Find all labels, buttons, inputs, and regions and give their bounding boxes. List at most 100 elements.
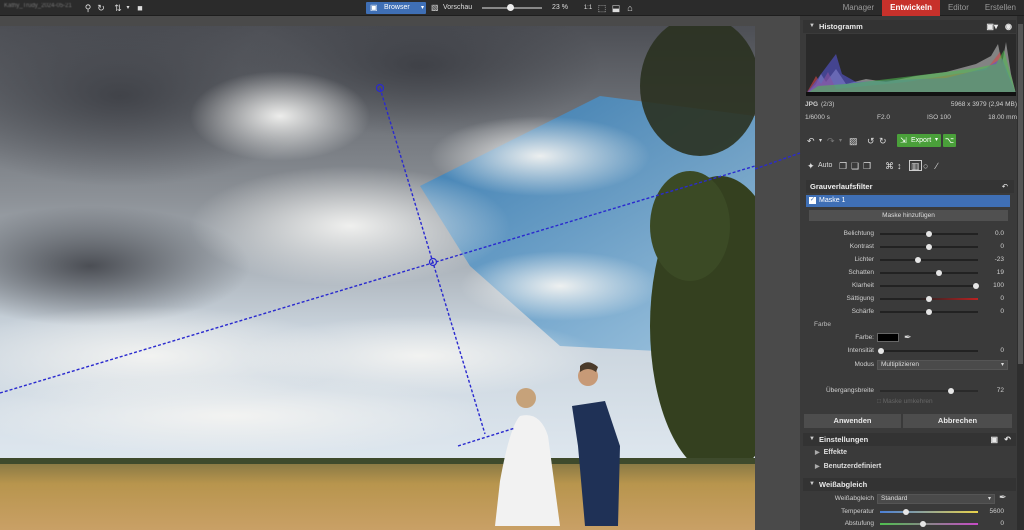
chevron-down-icon[interactable]: ▾ <box>819 134 822 148</box>
tab-manager[interactable]: Manager <box>835 0 883 16</box>
refresh-icon[interactable]: ↻ <box>95 2 107 14</box>
slider-track[interactable] <box>880 350 978 352</box>
rotate-left-icon[interactable]: ↺ <box>867 134 875 148</box>
slider-track[interactable] <box>880 272 978 274</box>
eyedropper-icon[interactable]: ✒ <box>999 492 1007 503</box>
reset-icon[interactable]: ↶ <box>1002 180 1008 193</box>
preview-button[interactable]: ▧ Vorschau <box>430 2 474 14</box>
panel-scrollbar[interactable] <box>1017 16 1024 530</box>
slider-knob[interactable] <box>878 348 884 354</box>
add-mask-button[interactable]: Maske hinzufügen <box>809 210 1008 221</box>
aperture: F2.0 <box>877 114 891 121</box>
folder-path[interactable]: Kathy_Trudy_2024-05-21 <box>4 3 80 12</box>
share-button[interactable]: ⌥ <box>943 134 956 147</box>
slider-track[interactable] <box>880 259 978 261</box>
copy-icon[interactable]: ❐ <box>839 159 847 173</box>
clipboard-icon[interactable]: ❒ <box>863 159 871 173</box>
image-icon[interactable]: ▨ <box>849 134 858 148</box>
export-button[interactable]: ⇲ Export ▾ <box>897 134 941 147</box>
slider-knob[interactable] <box>915 257 922 263</box>
settings-icon[interactable]: ◉ <box>1005 20 1012 33</box>
chevron-down-icon[interactable]: ▾ <box>122 2 134 14</box>
dimensions: 5968 x 3979 (2,94 MB) <box>950 101 1017 108</box>
slider-track[interactable] <box>880 511 978 513</box>
effects-item[interactable]: ▶ Effekte <box>815 449 847 456</box>
slider-track[interactable] <box>880 390 978 392</box>
slider-knob[interactable] <box>926 309 932 315</box>
auto-button[interactable]: Auto <box>818 159 832 173</box>
uebergang-slider[interactable]: Übergangsbreite 72 <box>806 385 1016 397</box>
rotate-right-icon[interactable]: ↻ <box>879 134 887 148</box>
custom-item[interactable]: ▶ Benutzerdefiniert <box>815 463 881 470</box>
browser-button[interactable]: ▣ Browser ▾ <box>366 2 426 14</box>
chevron-down-icon[interactable]: ▾ <box>839 134 842 148</box>
slider-knob[interactable] <box>903 509 909 515</box>
paste-icon[interactable]: ❑ <box>851 159 859 173</box>
eyedropper-icon[interactable]: ✒ <box>904 332 912 343</box>
redo-icon[interactable]: ↷ <box>827 134 835 148</box>
wb-dropdown[interactable]: Standard ▾ <box>877 494 995 504</box>
slider-3[interactable]: Schatten 19 <box>806 267 1016 279</box>
gradient-filter-overlay[interactable] <box>0 26 755 530</box>
slider-track[interactable] <box>880 285 978 287</box>
magic-wand-icon[interactable]: ✦ <box>807 159 815 173</box>
slider-knob[interactable] <box>920 521 926 527</box>
slider-5[interactable]: Sättigung 0 <box>806 293 1016 305</box>
circle-icon[interactable]: ○ <box>923 159 928 173</box>
slider-knob[interactable] <box>926 296 932 302</box>
histogram <box>806 34 1016 96</box>
zoom-slider-knob[interactable] <box>507 4 514 11</box>
farbe-section-label: Farbe <box>814 321 831 328</box>
folder-icon[interactable]: ■ <box>134 2 146 14</box>
expand-icon: ▶ <box>815 464 820 470</box>
mask-checkbox[interactable]: ✓ <box>809 197 816 204</box>
chevron-down-icon[interactable]: ▾ <box>935 134 938 147</box>
intensitaet-slider[interactable]: Intensität 0 <box>806 345 1016 357</box>
camera-icon[interactable]: ▣▾ <box>986 20 998 33</box>
crop-icon[interactable]: ⌘ <box>885 159 894 173</box>
slider-knob[interactable] <box>926 231 932 237</box>
slider-track[interactable] <box>880 523 978 525</box>
slider-knob[interactable] <box>947 388 954 394</box>
slider-0[interactable]: Belichtung 0.0 <box>806 228 1016 240</box>
fit-icon[interactable]: ⬚ <box>596 2 608 14</box>
save-icon[interactable]: ▣ <box>990 433 998 446</box>
slider-2[interactable]: Lichter -23 <box>806 254 1016 266</box>
focal-length: 18.00 mm <box>988 114 1017 121</box>
tab-editor[interactable]: Editor <box>940 0 977 16</box>
cancel-button[interactable]: Abbrechen <box>903 414 1012 428</box>
brush-icon[interactable]: ∕ <box>936 159 938 173</box>
histogram-header[interactable]: ▼ Histogramm ▣▾ ◉ <box>803 20 1016 33</box>
slider-knob[interactable] <box>926 244 932 250</box>
temperature-slider[interactable]: Temperatur 5600 <box>806 506 1016 518</box>
photo[interactable] <box>0 26 755 530</box>
slider-4[interactable]: Klarheit 100 <box>806 280 1016 292</box>
search-icon[interactable]: ⚲ <box>82 2 94 14</box>
slider-knob[interactable] <box>935 270 942 276</box>
undo-icon[interactable]: ↶ <box>807 134 815 148</box>
wb-header[interactable]: ▼ Weißabgleich <box>803 478 1016 491</box>
lock-icon[interactable]: ⌂ <box>624 2 636 14</box>
exif-info: 1/6000 s F2.0 ISO 100 18.00 mm <box>805 114 1017 124</box>
slider-6[interactable]: Schärfe 0 <box>806 306 1016 318</box>
settings-header[interactable]: ▼ Einstellungen ▣ ↶ <box>803 433 1016 446</box>
invert-mask-checkbox[interactable]: □ Maske umkehren <box>877 398 933 405</box>
color-swatch[interactable] <box>877 333 899 342</box>
modus-dropdown[interactable]: Multiplizieren ▾ <box>877 360 1008 370</box>
compare-icon[interactable]: ⬓ <box>610 2 622 14</box>
folder-open-icon: ▣ <box>370 3 378 12</box>
slider-value: 100 <box>993 282 1004 289</box>
apply-button[interactable]: Anwenden <box>804 414 901 428</box>
image-viewer[interactable] <box>0 16 801 530</box>
straighten-icon[interactable]: ↕ <box>897 159 902 173</box>
one-to-one-icon[interactable]: 1:1 <box>582 2 594 14</box>
chevron-down-icon[interactable]: ▾ <box>421 2 424 14</box>
tab-entwickeln[interactable]: Entwickeln <box>882 0 940 16</box>
tint-slider[interactable]: Abstufung 0 <box>806 518 1016 530</box>
slider-1[interactable]: Kontrast 0 <box>806 241 1016 253</box>
mask-item[interactable]: ✓ Maske 1 <box>806 195 1010 207</box>
gradient-filter-icon[interactable]: ▥ <box>909 160 922 171</box>
scrollbar-thumb[interactable] <box>1018 24 1023 364</box>
reset-icon[interactable]: ↶ <box>1004 433 1011 446</box>
tab-erstellen[interactable]: Erstellen <box>977 0 1024 16</box>
